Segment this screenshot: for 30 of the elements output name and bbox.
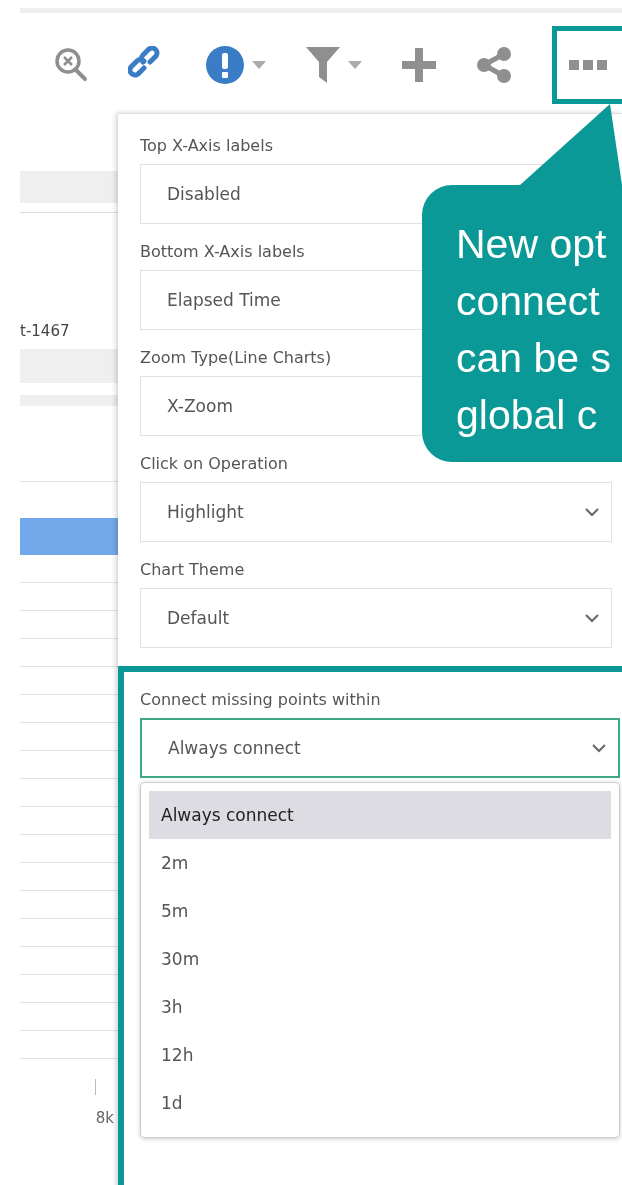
caret-icon <box>348 60 362 69</box>
select-field[interactable]: Always connect <box>140 718 620 778</box>
field-label: Bottom X-Axis labels <box>140 242 305 261</box>
dropdown-option[interactable]: 5m <box>149 887 611 935</box>
chevron-down-icon <box>585 507 599 517</box>
select-field[interactable]: Highlight <box>140 482 612 542</box>
filter-icon <box>306 46 340 83</box>
dropdown-option[interactable]: 1d <box>149 1079 611 1127</box>
axis-tick-label: 8k <box>95 1109 114 1127</box>
dropdown-option[interactable]: 12h <box>149 1031 611 1079</box>
chevron-down-icon <box>585 613 599 623</box>
chevron-down-icon <box>592 743 606 753</box>
plus-icon <box>402 47 436 82</box>
more-icon <box>569 59 607 70</box>
dropdown-option[interactable]: 2m <box>149 839 611 887</box>
select-field[interactable]: Default <box>140 588 612 648</box>
share-icon <box>476 46 512 83</box>
dropdown-option[interactable]: 30m <box>149 935 611 983</box>
caret-icon <box>252 60 266 69</box>
row-label: t-1467 <box>20 321 71 342</box>
dropdown-option[interactable]: 3h <box>149 983 611 1031</box>
dropdown-option[interactable]: Always connect <box>149 791 611 839</box>
field-label: Connect missing points within <box>140 690 381 709</box>
alert-icon <box>206 45 244 84</box>
field-label: Top X-Axis labels <box>140 136 273 155</box>
more-button[interactable] <box>552 25 622 104</box>
field-label: Click on Operation <box>140 454 288 473</box>
field-label: Chart Theme <box>140 560 245 579</box>
field-label: Zoom Type(Line Charts) <box>140 348 332 367</box>
zoom-reset-icon <box>54 46 88 83</box>
